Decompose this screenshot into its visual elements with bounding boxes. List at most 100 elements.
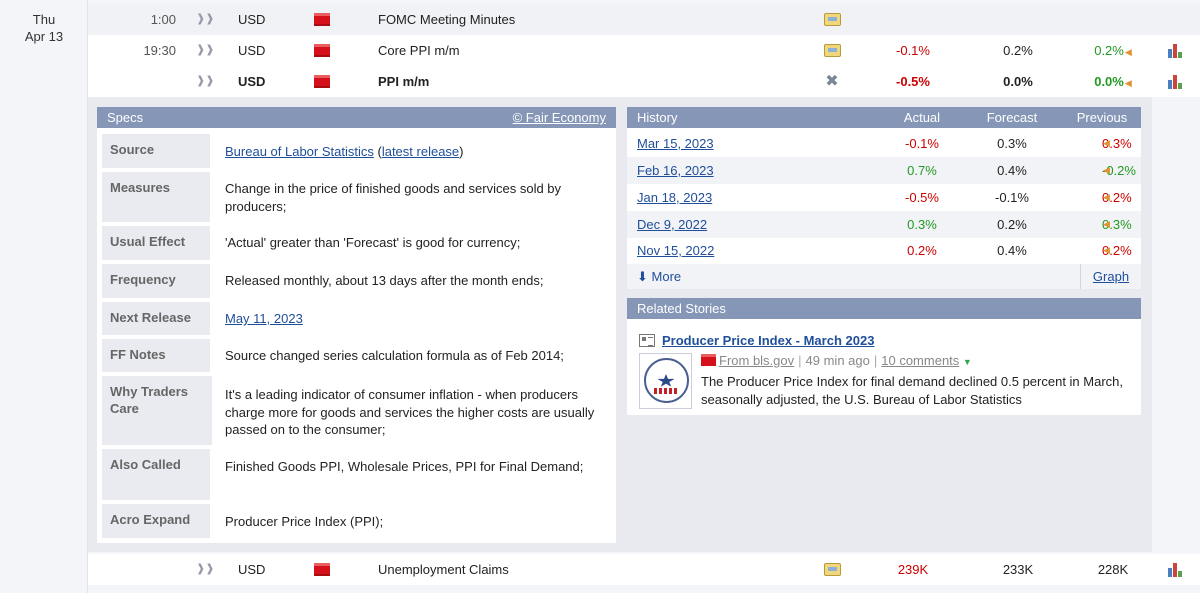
alert-sound-icon[interactable]: ❱❱	[196, 4, 214, 35]
more-button[interactable]: ⬇ More	[637, 264, 681, 289]
story-snippet: The Producer Price Index for final deman…	[701, 374, 1124, 407]
spec-label: Acro Expand	[102, 504, 210, 538]
more-label: More	[651, 269, 682, 284]
history-panel: History Actual Forecast Previous Mar 15,…	[627, 107, 1141, 289]
detail-folder-icon[interactable]	[822, 554, 842, 585]
spec-value: 'Actual' greater than 'Forecast' is good…	[225, 235, 521, 250]
revised-arrow-icon: ◀	[1103, 245, 1110, 255]
spec-label: FF Notes	[102, 339, 210, 372]
event-row-unemployment-claims[interactable]: ❱❱ USD Unemployment Claims 239K 233K 228…	[88, 554, 1200, 585]
high-impact-icon	[314, 75, 330, 88]
history-date-link[interactable]: Jan 18, 2023	[637, 184, 712, 211]
story-age: 49 min ago	[805, 353, 870, 368]
spec-label: Also Called	[102, 449, 210, 500]
event-forecast: 233K	[1002, 562, 1034, 577]
history-forecast: 0.4%	[997, 243, 1027, 258]
story-source-link[interactable]: From bls.gov	[719, 353, 794, 368]
source-link[interactable]: Bureau of Labor Statistics	[225, 144, 374, 159]
history-date-link[interactable]: Dec 9, 2022	[637, 211, 707, 238]
high-impact-icon	[314, 44, 330, 57]
spec-value: It's a leading indicator of consumer inf…	[225, 387, 595, 437]
revised-arrow-icon: ◀	[1124, 78, 1132, 88]
event-row-fomc[interactable]: 1:00 ❱❱ USD FOMC Meeting Minutes	[88, 4, 1200, 35]
event-previous: 228K	[1097, 562, 1129, 577]
event-time: 19:30	[143, 43, 176, 58]
specs-title: Specs	[107, 110, 144, 125]
history-header: History Actual Forecast Previous	[627, 107, 1141, 128]
fair-economy-link[interactable]: © Fair Economy	[513, 107, 606, 128]
close-detail-icon[interactable]: ✖	[822, 66, 842, 97]
spec-value: Change in the price of finished goods an…	[225, 181, 562, 214]
previous-value: 0.2%	[1094, 43, 1124, 58]
spec-value: Producer Price Index (PPI);	[225, 514, 384, 529]
detail-folder-icon[interactable]	[822, 35, 842, 66]
event-actual: -0.1%	[896, 43, 930, 58]
event-currency: USD	[238, 74, 266, 89]
download-arrow-icon: ⬇	[637, 269, 648, 284]
spec-label: Next Release	[102, 302, 210, 335]
spec-label: Frequency	[102, 264, 210, 298]
event-time: 1:00	[150, 12, 176, 27]
revised-arrow-icon: ◀	[1103, 138, 1110, 148]
event-title[interactable]: Core PPI m/m	[378, 35, 778, 66]
history-date-link[interactable]: Mar 15, 2023	[637, 130, 714, 157]
spec-label: Source	[102, 134, 210, 168]
story-thumbnail[interactable]	[639, 353, 692, 409]
event-title[interactable]: FOMC Meeting Minutes	[378, 4, 778, 35]
history-date-link[interactable]: Nov 15, 2022	[637, 237, 714, 264]
date-day: Apr 13	[24, 29, 64, 44]
history-row: Jan 18, 2023 -0.5% -0.1% 0.2% ◀	[627, 184, 1141, 211]
story-title-link[interactable]: Producer Price Index - March 2023	[662, 333, 874, 348]
spec-value: Source changed series calculation formul…	[225, 348, 564, 363]
revised-arrow-icon: ◀	[1103, 165, 1110, 175]
expand-comments-icon[interactable]: ▼	[963, 357, 972, 367]
event-title[interactable]: Unemployment Claims	[378, 554, 778, 585]
history-forecast: 0.3%	[997, 136, 1027, 151]
event-currency: USD	[238, 43, 266, 58]
high-impact-icon	[314, 563, 330, 576]
history-footer: ⬇ More Graph	[627, 264, 1141, 289]
graph-link[interactable]: Graph	[1080, 264, 1141, 289]
history-date-link[interactable]: Feb 16, 2023	[637, 157, 714, 184]
event-row-ppi[interactable]: ❱❱ USD PPI m/m ✖ -0.5% 0.0% 0.0%◀	[88, 66, 1200, 97]
event-currency: USD	[238, 562, 266, 577]
news-article-icon	[639, 334, 655, 347]
revised-arrow-icon: ◀	[1103, 219, 1110, 229]
date-column: Thu Apr 13	[0, 0, 88, 593]
history-row: Dec 9, 2022 0.3% 0.2% 0.3% ◀	[627, 211, 1141, 238]
specs-header: Specs © Fair Economy	[97, 107, 616, 128]
date-weekday: Thu	[32, 12, 56, 27]
related-stories-panel: Related Stories Producer Price Index - M…	[627, 298, 1141, 415]
paren-close: )	[459, 144, 464, 159]
history-forecast: -0.1%	[995, 190, 1029, 205]
next-release-link[interactable]: May 11, 2023	[225, 310, 303, 328]
event-actual: 239K	[897, 562, 929, 577]
history-row: Feb 16, 2023 0.7% 0.4% -0.2% ◀	[627, 157, 1141, 184]
event-actual: -0.5%	[896, 74, 930, 89]
event-title[interactable]: PPI m/m	[378, 66, 778, 97]
detail-folder-icon[interactable]	[822, 4, 842, 35]
event-forecast: 0.0%	[1003, 74, 1033, 89]
high-impact-icon	[314, 13, 330, 26]
previous-value: 0.0%	[1094, 74, 1124, 89]
spec-value: Released monthly, about 13 days after th…	[225, 273, 544, 288]
history-forecast: 0.2%	[997, 217, 1027, 232]
graph-icon[interactable]	[1166, 66, 1186, 97]
event-row-core-ppi[interactable]: 19:30 ❱❱ USD Core PPI m/m -0.1% 0.2% 0.2…	[88, 35, 1200, 66]
spec-label: Why Traders Care	[102, 376, 212, 445]
specs-panel: Specs © Fair Economy Source Bureau of La…	[97, 107, 616, 543]
story-comments-link[interactable]: 10 comments	[881, 353, 959, 368]
alert-sound-icon[interactable]: ❱❱	[196, 35, 214, 66]
revised-arrow-icon: ◀	[1124, 47, 1132, 57]
alert-sound-icon[interactable]: ❱❱	[196, 66, 214, 97]
revised-arrow-icon: ◀	[1103, 192, 1110, 202]
spec-value: Bureau of Labor Statistics (latest relea…	[225, 143, 605, 161]
graph-icon[interactable]	[1166, 554, 1186, 585]
history-row: Nov 15, 2022 0.2% 0.4% 0.2% ◀	[627, 237, 1141, 264]
latest-release-link[interactable]: latest release	[382, 144, 459, 159]
story-meta: From bls.gov | 49 min ago | 10 comments ▼	[701, 353, 972, 368]
high-impact-icon	[701, 354, 716, 366]
alert-sound-icon[interactable]: ❱❱	[196, 554, 214, 585]
graph-icon[interactable]	[1166, 35, 1186, 66]
history-forecast: 0.4%	[997, 163, 1027, 178]
